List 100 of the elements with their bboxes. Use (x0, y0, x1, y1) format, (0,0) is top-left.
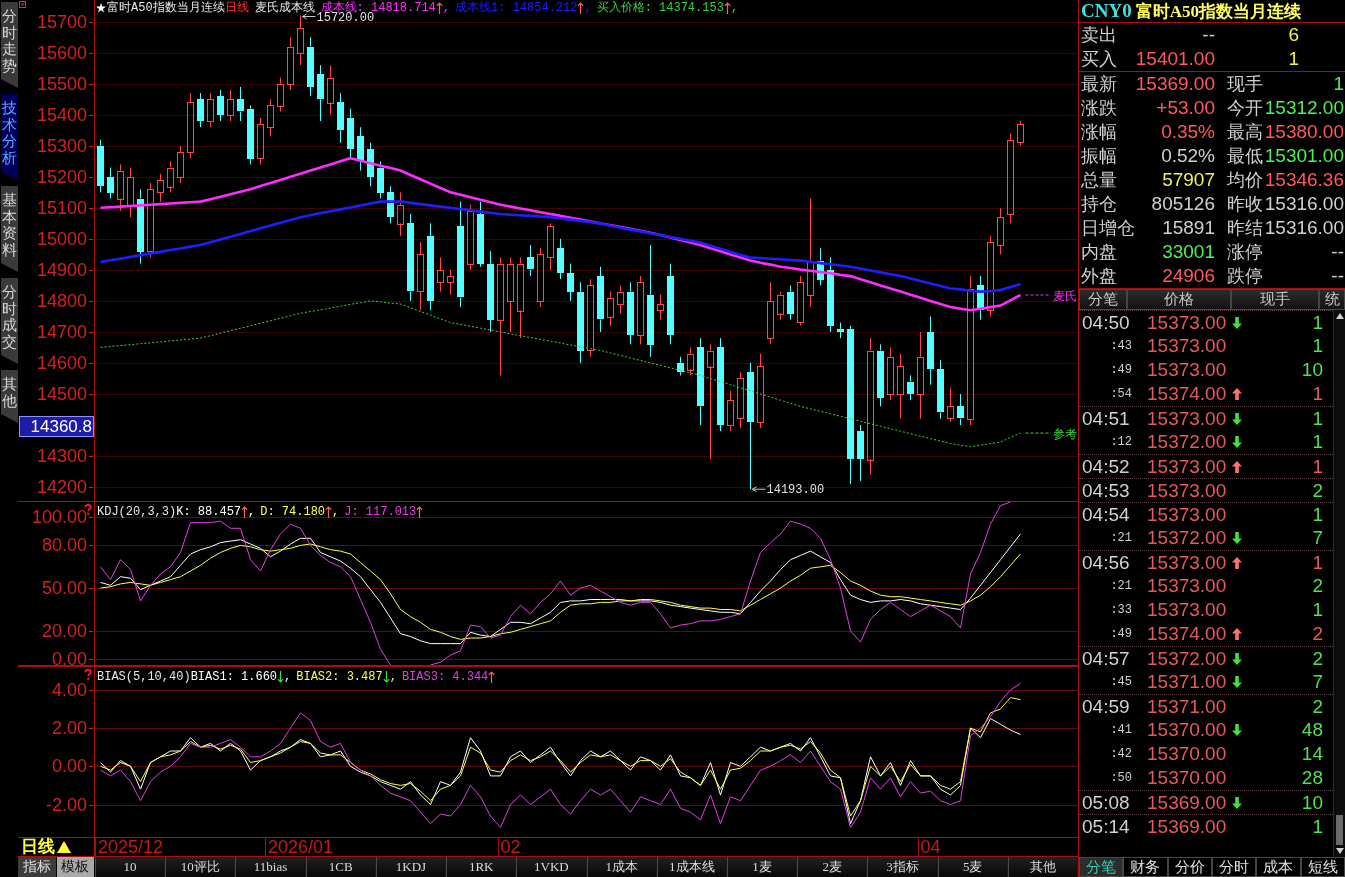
tick-volume: 2 (1311, 479, 1324, 502)
candle (167, 160, 174, 193)
sidebar-tab[interactable]: 技术分析 (1, 94, 18, 180)
panel-tab[interactable]: 短线 (1300, 857, 1345, 877)
candle (207, 92, 214, 128)
axis-label: 15300 (36, 134, 87, 157)
candle (187, 92, 194, 159)
panel-tab[interactable]: 分价 (1167, 857, 1212, 877)
candle (417, 241, 424, 311)
template-button[interactable]: 1VKD (516, 857, 587, 877)
quote-value: 15369.00 (1135, 73, 1215, 95)
candle (977, 275, 984, 320)
candle (617, 284, 624, 314)
template-button[interactable]: 1KDJ (375, 857, 447, 877)
quote-label: 跌停 (1226, 265, 1263, 288)
axis-label: 2026/01 (268, 838, 334, 856)
template-button[interactable]: 1成本线 (656, 857, 727, 877)
toolbar-tab[interactable]: 指标 (18, 857, 57, 877)
column-header[interactable]: 统 (1319, 289, 1345, 310)
quote-label: 均价 (1226, 169, 1263, 192)
panel-tab[interactable]: 成本 (1256, 857, 1301, 877)
tick-price: 15373.00 (1146, 599, 1228, 621)
column-header[interactable]: 价格 (1127, 289, 1231, 310)
tick-volume: 1 (1311, 431, 1324, 453)
quote-value: 15316.00 (1263, 217, 1345, 239)
tick-time: :21 (1109, 579, 1133, 593)
quote-value: 33001 (1161, 241, 1215, 263)
scrollbar[interactable] (1333, 310, 1345, 857)
template-button[interactable]: 1CB (305, 857, 376, 877)
column-header[interactable]: 分笔 (1079, 289, 1127, 310)
candle (627, 281, 634, 345)
tick-volume: 2 (1311, 695, 1324, 718)
tick-volume: 2 (1311, 647, 1324, 670)
column-header[interactable]: 现手 (1231, 289, 1319, 310)
tick-price: 15373.00 (1146, 551, 1228, 574)
axis-tick (89, 728, 93, 729)
template-button[interactable]: 5麦 (937, 857, 1008, 877)
template-button[interactable]: 1RK (446, 857, 517, 877)
candle (267, 98, 274, 137)
candle (537, 247, 544, 308)
quote-label: 昨结 (1226, 217, 1263, 240)
candle (227, 89, 234, 122)
quote-value: -- (1201, 24, 1215, 46)
quote-label: 今开 (1226, 97, 1263, 120)
candle (947, 387, 954, 423)
candle (217, 89, 224, 122)
scrollbar-thumb[interactable] (1336, 815, 1343, 845)
candle (787, 284, 794, 320)
candle (97, 139, 104, 193)
quote-label: 持仓 (1081, 193, 1118, 216)
candle (567, 263, 574, 302)
axis-label: 04 (920, 838, 941, 856)
tick-price: 15370.00 (1146, 743, 1228, 765)
template-button[interactable]: 1成本 (586, 857, 657, 877)
indicator-readout: BIAS3: 4.344 (401, 669, 489, 684)
scroll-down-icon[interactable] (1335, 848, 1344, 854)
candle (907, 374, 914, 401)
panel-tab[interactable]: 财务 (1123, 857, 1168, 877)
tick-price: 15370.00 (1146, 767, 1228, 789)
candle (607, 291, 614, 327)
quote-label: 最新 (1081, 73, 1118, 96)
tick-price: 15372.00 (1146, 431, 1228, 453)
axis-label: -2.00 (45, 793, 87, 816)
tick-time: 05:14 (1082, 815, 1131, 838)
panel-tab[interactable]: 分时 (1212, 857, 1257, 877)
sidebar-tab[interactable]: 分时成交 (1, 278, 18, 364)
scroll-up-icon[interactable] (1335, 313, 1344, 319)
template-button[interactable]: 11bias (235, 857, 306, 877)
toolbar-tab[interactable]: 模板 (56, 857, 95, 877)
axis-label: 20.00 (41, 619, 87, 642)
axis-label: 50.00 (41, 577, 87, 600)
period-selector[interactable]: 日线 (18, 838, 71, 856)
candle (897, 353, 904, 420)
template-button[interactable]: 3指标 (867, 857, 938, 877)
candle (817, 247, 824, 286)
template-button[interactable]: 其他 (1007, 857, 1079, 877)
quote-value: 15401.00 (1135, 48, 1215, 70)
template-button[interactable]: 10评比 (165, 857, 236, 877)
axis-label: 14300 (36, 445, 87, 467)
tick-time: :49 (1109, 363, 1133, 377)
template-button[interactable]: 2麦 (797, 857, 868, 877)
axis-tick (89, 363, 93, 364)
template-button[interactable]: 1麦 (726, 857, 798, 877)
tick-price: 15372.00 (1146, 647, 1228, 670)
sidebar-tab[interactable]: 分时走势 (1, 2, 18, 88)
axis-label: 15200 (36, 165, 87, 188)
axis-label: 14900 (36, 258, 87, 281)
candle (357, 126, 364, 172)
quote-value: 15316.00 (1263, 193, 1345, 215)
indicator-readout: BIAS1: 1.660 (190, 669, 278, 684)
candle (687, 346, 694, 376)
line-end-label: 参考 (1025, 427, 1077, 442)
tick-volume: 7 (1311, 527, 1324, 549)
template-button[interactable]: 10 (95, 857, 166, 877)
sidebar-tab[interactable]: 基本资料 (1, 186, 18, 272)
help-icon[interactable] (84, 669, 92, 680)
tick-time: 04:59 (1082, 695, 1131, 718)
tick-volume: 1 (1311, 407, 1324, 430)
sidebar-tab[interactable]: 其他 (1, 370, 18, 423)
panel-tab[interactable]: 分笔 (1079, 857, 1124, 877)
